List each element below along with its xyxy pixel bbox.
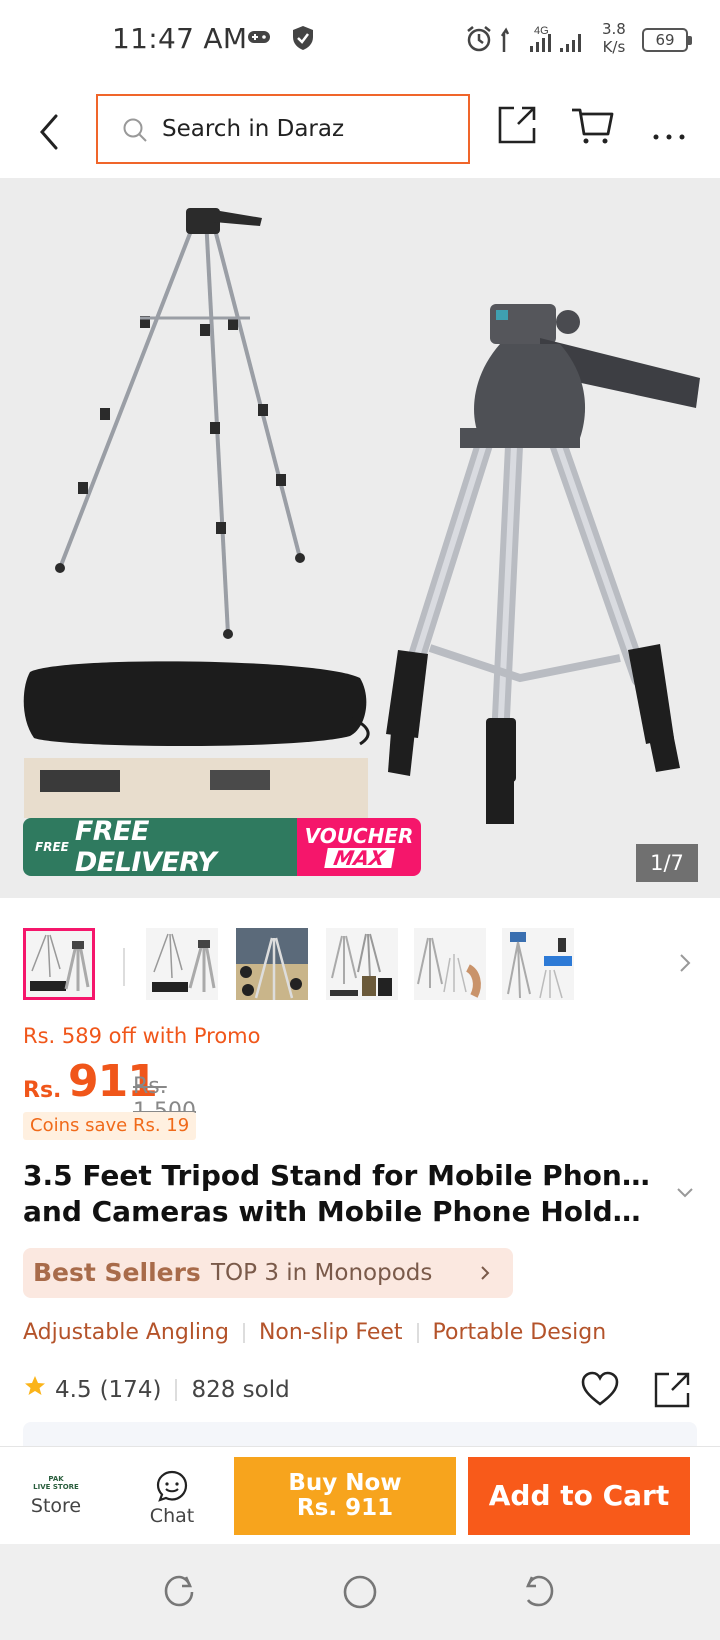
title-expand-button[interactable] xyxy=(676,1184,694,1203)
store-logo: PAK LIVE STORE xyxy=(20,1475,92,1491)
voucher-label: VOUCHER xyxy=(304,824,414,848)
buy-now-price: Rs. 911 xyxy=(296,1495,394,1521)
shield-icon xyxy=(290,24,316,56)
free-delivery-voucher-banner: FREE FREE DELIVERY VOUCHER MAX xyxy=(23,818,421,876)
rating-value: 4.5 xyxy=(55,1377,92,1403)
game-controller-icon xyxy=(246,24,272,54)
heart-icon xyxy=(581,1371,619,1406)
network-type-label: 4G xyxy=(534,25,549,37)
chevron-right-icon xyxy=(680,954,691,972)
price-currency: Rs. xyxy=(23,1078,62,1103)
voucher-max-label: MAX xyxy=(323,846,395,870)
store-logo-line-2: LIVE STORE xyxy=(33,1483,79,1491)
store-logo-line-1: PAK xyxy=(48,1475,64,1483)
back-button[interactable] xyxy=(30,110,70,154)
rating-divider xyxy=(175,1379,178,1401)
recent-apps-button[interactable] xyxy=(162,1574,196,1612)
rating-row[interactable]: 4.5 (174) 828 sold xyxy=(23,1376,290,1404)
status-bar: 11:47 AM 4G 3.8 K/s 69 xyxy=(0,0,720,84)
thumbnail-divider xyxy=(123,948,125,986)
free-delivery-badge: FREE FREE DELIVERY xyxy=(23,818,297,876)
product-title: 3.5 Feet Tripod Stand for Mobile Phones … xyxy=(23,1158,653,1230)
net-speed-value: 3.8 xyxy=(602,20,626,38)
store-button[interactable]: PAK LIVE STORE Store xyxy=(20,1465,92,1537)
recent-apps-icon xyxy=(164,1575,194,1607)
product-title-line-1: 3.5 Feet Tripod Stand for Mobile Phones xyxy=(23,1159,653,1192)
best-sellers-ranking[interactable]: Best Sellers TOP 3 in Monopods xyxy=(23,1248,513,1298)
search-icon xyxy=(122,117,148,147)
thumbnail-2[interactable] xyxy=(146,928,218,1000)
wishlist-button[interactable] xyxy=(580,1370,620,1412)
cart-icon xyxy=(572,108,614,144)
thumbnail-3[interactable] xyxy=(236,928,308,1000)
share-button[interactable] xyxy=(496,104,538,150)
thumbnail-6[interactable] xyxy=(502,928,574,1000)
net-speed-unit: K/s xyxy=(602,38,626,56)
rating-count: (174) xyxy=(99,1377,162,1403)
buy-now-label: Buy Now xyxy=(288,1470,402,1496)
delivery-truck-icon: FREE xyxy=(35,840,69,854)
chat-button[interactable]: Chat xyxy=(136,1469,208,1527)
thumbnail-next-button[interactable] xyxy=(678,952,692,978)
best-sellers-badge: Best Sellers xyxy=(33,1258,201,1287)
home-button[interactable] xyxy=(342,1574,378,1614)
status-time: 11:47 AM xyxy=(112,22,248,55)
best-sellers-rank-text: TOP 3 in Monopods xyxy=(211,1260,433,1286)
star-icon xyxy=(23,1374,47,1404)
header: Search in Daraz xyxy=(0,84,720,178)
voucher-max-badge: VOUCHER MAX xyxy=(297,818,421,876)
product-title-line-2: and Cameras with Mobile Phone Holder, Ad… xyxy=(23,1195,653,1228)
chevron-right-icon xyxy=(479,1264,491,1286)
alarm-icon xyxy=(464,24,494,58)
chat-icon xyxy=(136,1469,208,1505)
product-image xyxy=(23,208,700,824)
feature-divider xyxy=(242,1322,245,1343)
share-product-button[interactable] xyxy=(652,1370,692,1414)
home-circle-icon xyxy=(343,1575,377,1609)
sold-count: 828 sold xyxy=(191,1377,290,1403)
feature-tag: Non-slip Feet xyxy=(258,1320,403,1345)
cart-button[interactable] xyxy=(570,106,614,150)
store-label: Store xyxy=(30,1495,82,1517)
thumbnail-strip xyxy=(0,920,720,1004)
coins-save-badge: Coins save Rs. 19 xyxy=(23,1112,197,1140)
signal-strength-icon: 4G xyxy=(500,22,600,60)
feature-tag: Portable Design xyxy=(432,1320,607,1345)
chat-label: Chat xyxy=(149,1505,195,1527)
promo-discount-text: Rs. 589 off with Promo xyxy=(23,1024,261,1048)
more-dots-icon xyxy=(653,134,685,140)
feature-divider xyxy=(416,1322,419,1343)
thumbnail-1[interactable] xyxy=(23,928,95,1000)
more-options-button[interactable] xyxy=(652,126,686,145)
feature-tag: Adjustable Angling xyxy=(23,1320,229,1345)
back-nav-button[interactable] xyxy=(522,1574,556,1612)
search-input[interactable]: Search in Daraz xyxy=(96,94,470,164)
search-placeholder: Search in Daraz xyxy=(162,116,345,142)
thumbnail-5[interactable] xyxy=(414,928,486,1000)
add-to-cart-button[interactable]: Add to Cart xyxy=(468,1457,690,1535)
bottom-action-bar: PAK LIVE STORE Store Chat Buy Now Rs. 91… xyxy=(0,1446,720,1544)
free-delivery-label: FREE DELIVERY xyxy=(74,818,217,876)
back-arrow-icon xyxy=(525,1575,554,1607)
feature-tags: Adjustable Angling Non-slip Feet Portabl… xyxy=(23,1320,606,1345)
system-navigation-bar xyxy=(0,1544,720,1640)
product-image-gallery[interactable]: FREE FREE DELIVERY VOUCHER MAX 1/7 xyxy=(0,178,720,898)
share-icon xyxy=(498,106,536,144)
thumbnail-4[interactable] xyxy=(326,928,398,1000)
net-speed: 3.8 K/s xyxy=(602,20,626,56)
buy-now-button[interactable]: Buy Now Rs. 911 xyxy=(234,1457,456,1535)
share-icon xyxy=(654,1372,690,1408)
chevron-down-icon xyxy=(677,1188,693,1198)
battery-indicator: 69 xyxy=(642,28,692,52)
chevron-left-icon xyxy=(40,114,58,150)
image-counter: 1/7 xyxy=(636,844,698,882)
